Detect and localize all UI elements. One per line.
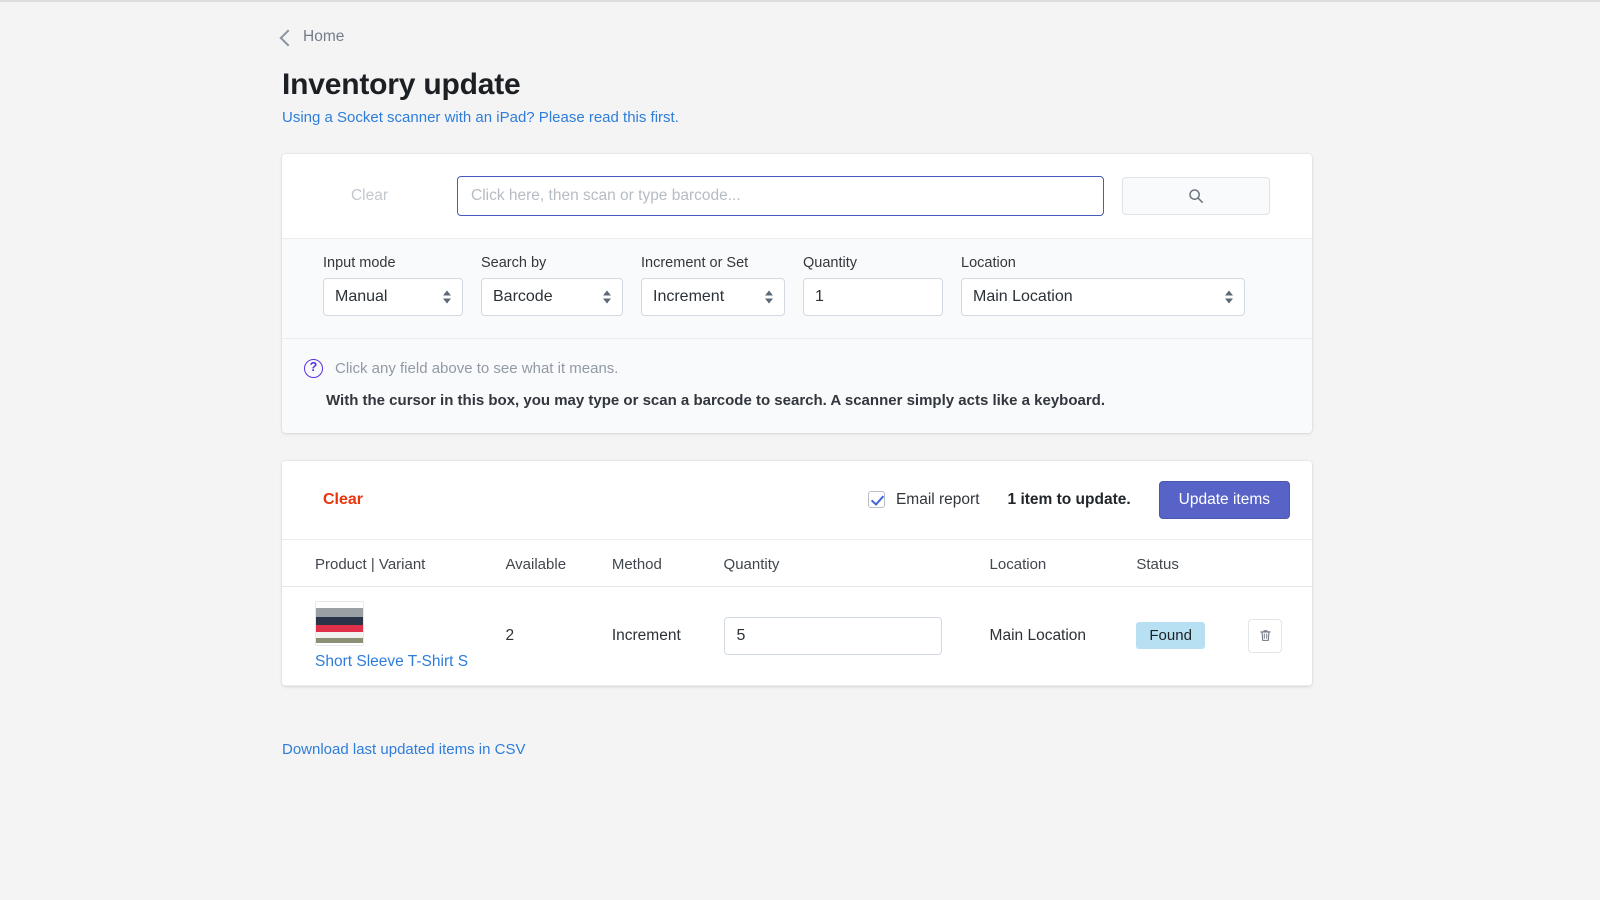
stepper-caret-icon xyxy=(603,290,611,303)
update-items-button[interactable]: Update items xyxy=(1159,481,1290,519)
socket-scanner-help-link[interactable]: Using a Socket scanner with an iPad? Ple… xyxy=(282,109,679,126)
field-input-mode: Input mode Manual xyxy=(323,255,463,316)
clear-scan-button[interactable]: Clear xyxy=(282,187,457,205)
quantity-value: 1 xyxy=(815,288,824,306)
breadcrumb-label: Home xyxy=(303,28,344,46)
field-increment-or-set: Increment or Set Increment xyxy=(641,255,785,316)
inventory-table: Product | Variant Available Method Quant… xyxy=(282,539,1312,686)
page-container: Home Inventory update Using a Socket sca… xyxy=(282,2,1312,758)
email-report-checkbox[interactable]: Email report xyxy=(868,491,980,509)
row-quantity-input[interactable] xyxy=(724,617,942,655)
checkbox-checked-icon xyxy=(868,491,885,508)
column-header-quantity: Quantity xyxy=(724,539,990,586)
increment-or-set-label: Increment or Set xyxy=(641,255,785,271)
email-report-label: Email report xyxy=(896,491,980,509)
row-actions-cell xyxy=(1248,586,1312,685)
question-mark-icon[interactable]: ? xyxy=(304,359,323,378)
barcode-scan-input[interactable] xyxy=(457,176,1104,216)
column-header-product: Product | Variant xyxy=(282,539,505,586)
status-cell: Found xyxy=(1136,586,1248,685)
quantity-label: Quantity xyxy=(803,255,943,271)
field-quantity: Quantity 1 xyxy=(803,255,943,316)
results-card: Clear Email report 1 item to update. Upd… xyxy=(282,461,1312,686)
items-to-update-count: 1 item to update. xyxy=(1008,491,1131,509)
breadcrumb[interactable]: Home xyxy=(282,28,344,46)
table-header: Product | Variant Available Method Quant… xyxy=(282,539,1312,586)
column-header-method: Method xyxy=(612,539,724,586)
column-header-location: Location xyxy=(990,539,1137,586)
column-header-status: Status xyxy=(1136,539,1248,586)
table-row: Short Sleeve T-Shirt S 2 Increment Main … xyxy=(282,586,1312,685)
status-badge: Found xyxy=(1136,622,1205,649)
table-body: Short Sleeve T-Shirt S 2 Increment Main … xyxy=(282,586,1312,685)
increment-or-set-select[interactable]: Increment xyxy=(641,278,785,316)
chevron-left-icon xyxy=(280,29,297,46)
search-icon xyxy=(1188,188,1204,204)
row-quantity-cell xyxy=(724,586,990,685)
input-mode-label: Input mode xyxy=(323,255,463,271)
scanner-card: Clear Input mode Manual xyxy=(282,154,1312,433)
page-title: Inventory update xyxy=(282,68,1312,103)
delete-row-button[interactable] xyxy=(1248,619,1282,653)
available-cell: 2 xyxy=(505,586,611,685)
location-select[interactable]: Main Location xyxy=(961,278,1245,316)
quantity-input[interactable]: 1 xyxy=(803,278,943,316)
hint-top: ? Click any field above to see what it m… xyxy=(304,359,1270,378)
trash-icon xyxy=(1258,628,1273,643)
hint-bold-text: With the cursor in this box, you may typ… xyxy=(326,392,1270,409)
actions-row: Clear Email report 1 item to update. Upd… xyxy=(282,461,1312,539)
hint-muted-text: Click any field above to see what it mea… xyxy=(335,360,618,377)
input-mode-value: Manual xyxy=(335,288,387,306)
search-by-label: Search by xyxy=(481,255,623,271)
field-search-by: Search by Barcode xyxy=(481,255,623,316)
product-thumbnail-image xyxy=(315,601,364,646)
download-csv-link[interactable]: Download last updated items in CSV xyxy=(282,741,525,758)
search-by-value: Barcode xyxy=(493,288,553,306)
product-cell: Short Sleeve T-Shirt S xyxy=(282,586,505,685)
product-name-link[interactable]: Short Sleeve T-Shirt S xyxy=(315,653,505,671)
input-mode-select[interactable]: Manual xyxy=(323,278,463,316)
table-header-row: Product | Variant Available Method Quant… xyxy=(282,539,1312,586)
field-location: Location Main Location xyxy=(961,255,1245,316)
fields-row: Input mode Manual Search by Barcode xyxy=(282,238,1312,338)
location-label: Location xyxy=(961,255,1245,271)
stepper-caret-icon xyxy=(443,290,451,303)
actions-right: Email report 1 item to update. Update it… xyxy=(868,481,1290,519)
clear-results-button[interactable]: Clear xyxy=(323,491,363,509)
column-header-available: Available xyxy=(505,539,611,586)
stepper-caret-icon xyxy=(765,290,773,303)
increment-or-set-value: Increment xyxy=(653,288,724,306)
search-button[interactable] xyxy=(1122,177,1270,215)
location-value: Main Location xyxy=(973,288,1073,306)
column-header-actions xyxy=(1248,539,1312,586)
scan-row: Clear xyxy=(282,154,1312,238)
search-by-select[interactable]: Barcode xyxy=(481,278,623,316)
method-cell: Increment xyxy=(612,586,724,685)
hint-row: ? Click any field above to see what it m… xyxy=(282,338,1312,433)
stepper-caret-icon xyxy=(1225,290,1233,303)
location-cell: Main Location xyxy=(990,586,1137,685)
